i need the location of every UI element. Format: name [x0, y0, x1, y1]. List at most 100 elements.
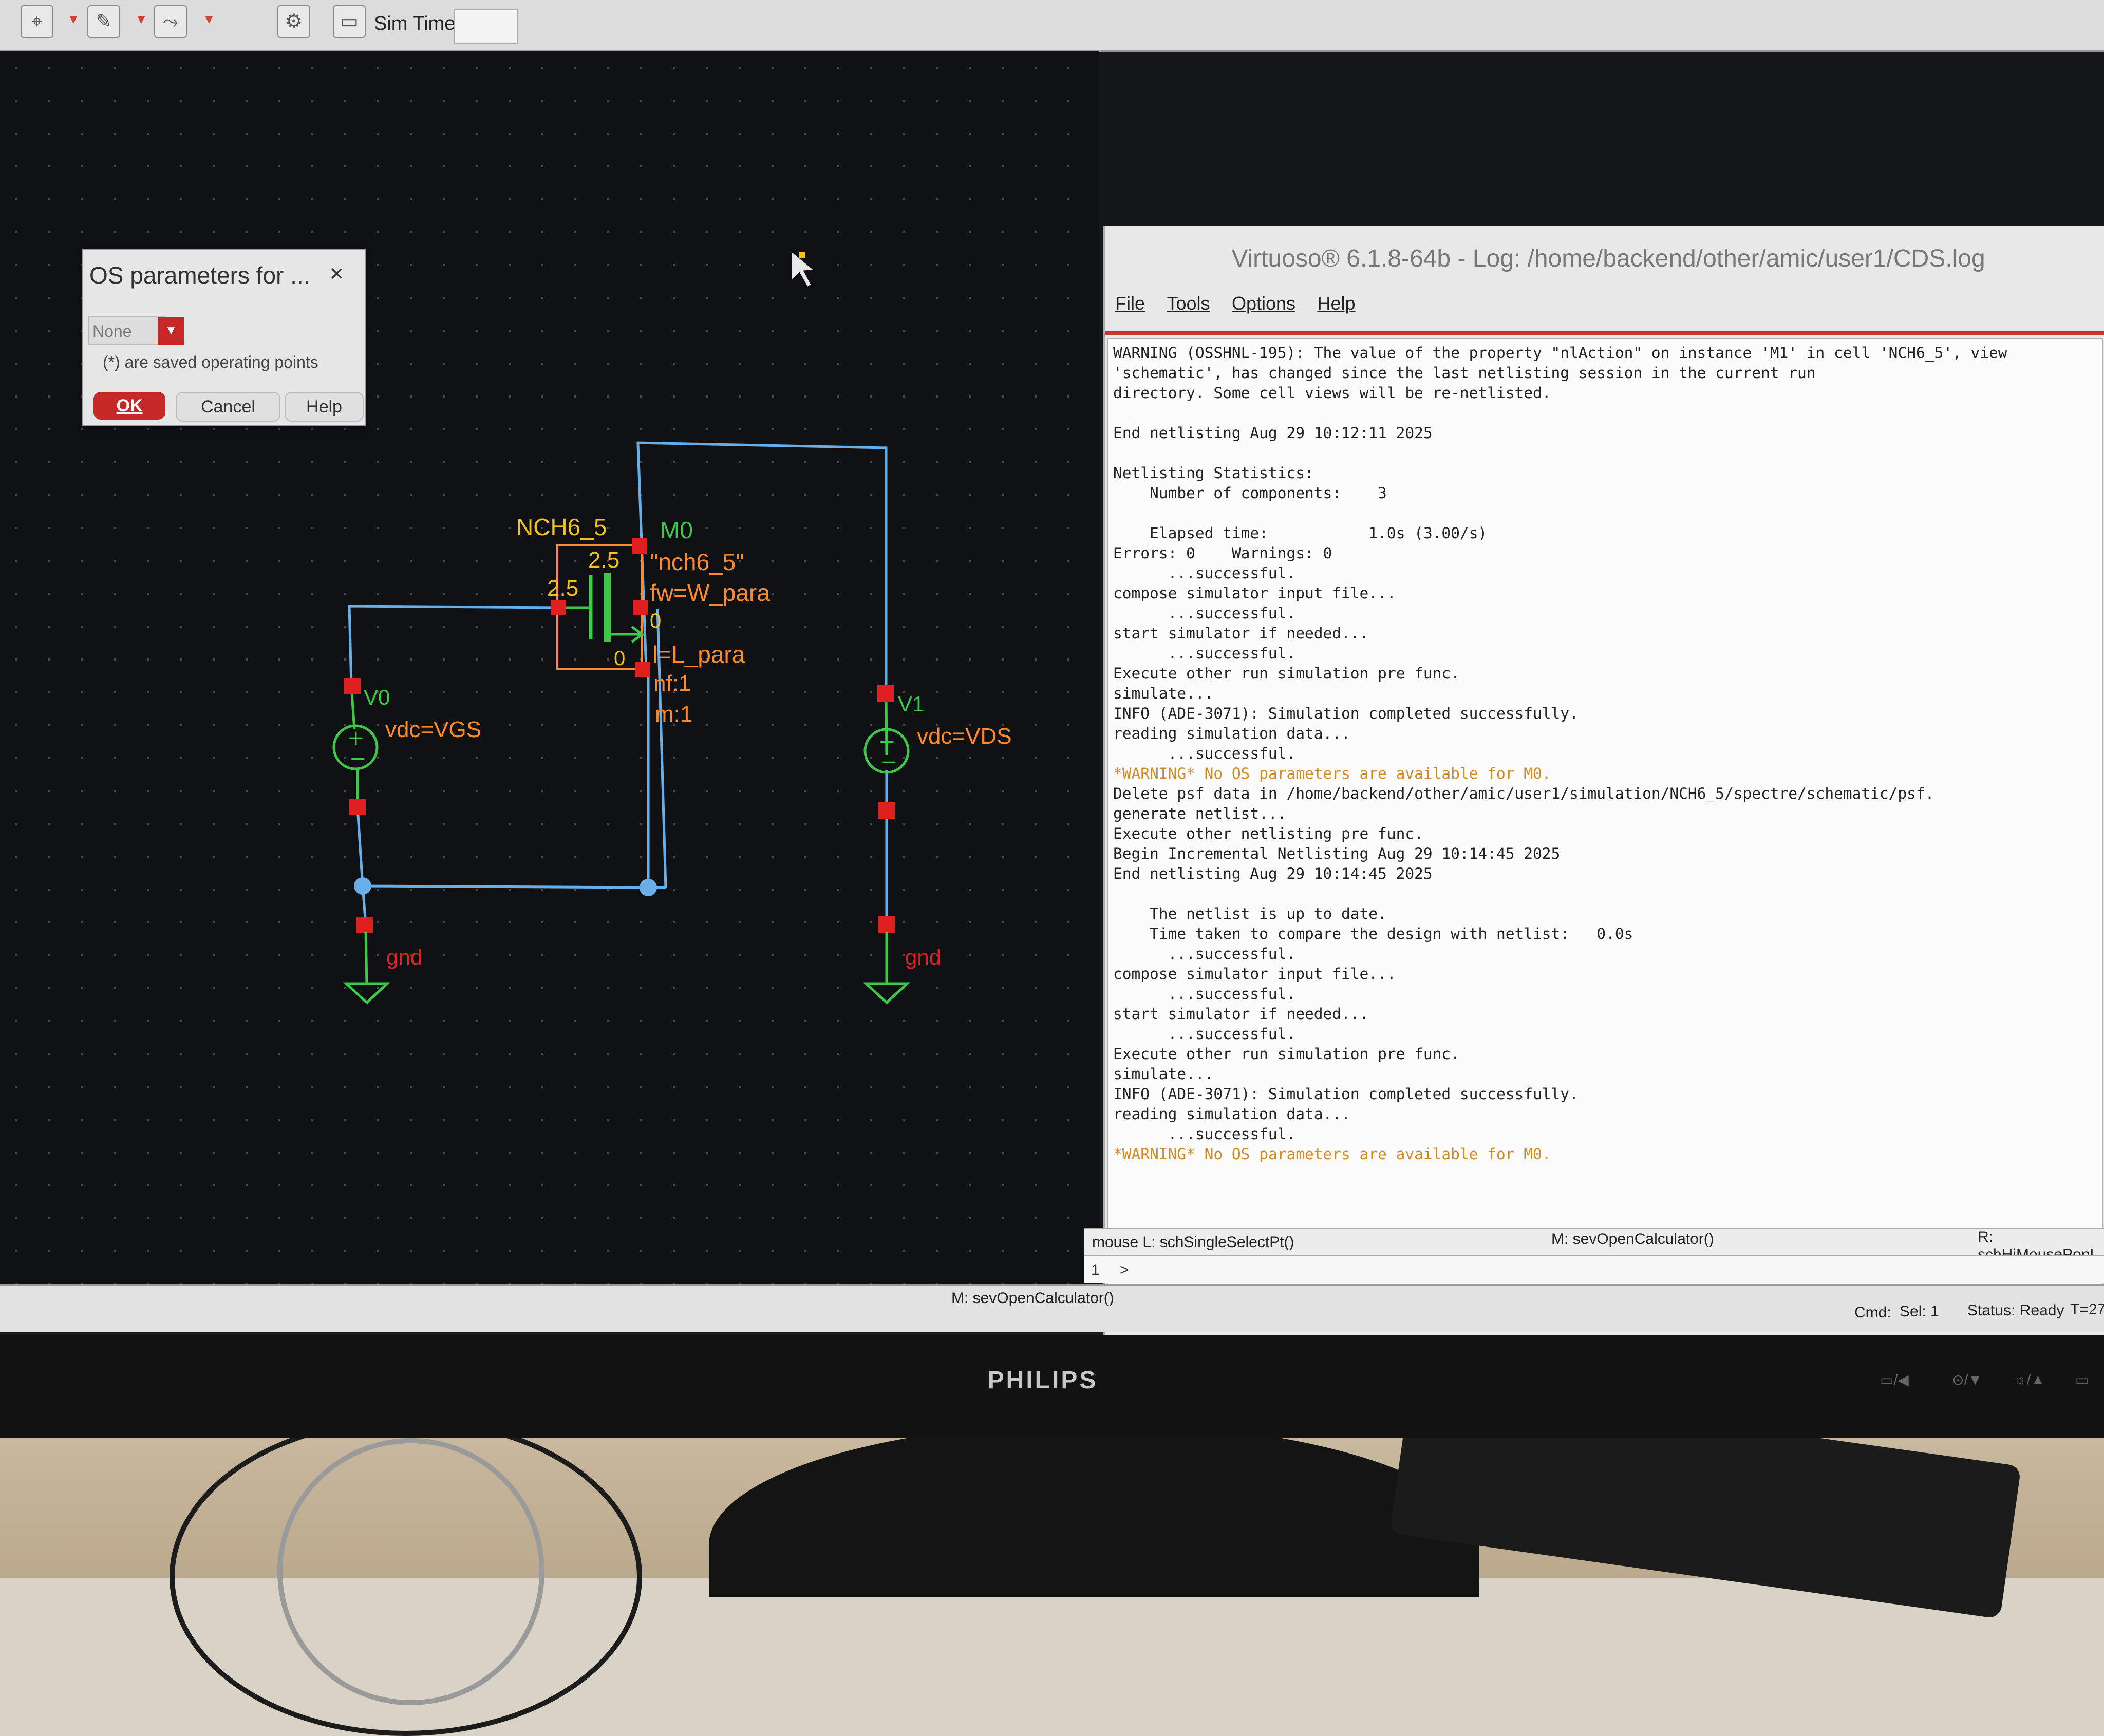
pin-bulk-label: 0 — [650, 610, 661, 632]
instance-name-label: M0 — [660, 517, 693, 543]
ok-button[interactable]: OK — [93, 392, 165, 420]
pin-gate — [551, 600, 566, 615]
monitor-screen: ⌖ ▼ ✎ ▼ ⤳ ▼ ⚙ ▭ Sim Time + − + − NCH6_5 … — [0, 0, 2104, 1335]
dialog-note: (*) are saved operating points — [103, 353, 318, 371]
model-label: "nch6_5" — [650, 549, 744, 575]
transistor-source-arrow — [611, 626, 646, 643]
log-menu-bar: File Tools Options Help — [1115, 293, 1375, 324]
log-line: ...successful. — [1113, 945, 1296, 963]
wire-junction — [354, 877, 371, 895]
log-line: start simulator if needed... — [1113, 625, 1369, 642]
pin-gnd-left — [356, 917, 373, 933]
log-separator — [1105, 331, 2104, 335]
l-label: l=L_para — [652, 641, 745, 668]
status-selection: Sel: 1 — [1900, 1303, 1939, 1320]
log-line: Elapsed time: 1.0s (3.00/s) — [1113, 524, 1488, 542]
select-value: None — [92, 322, 132, 341]
operating-point-select[interactable]: None ▼ — [88, 316, 184, 345]
log-line: The netlist is up to date. — [1113, 905, 1387, 922]
log-line: simulate... — [1113, 1065, 1214, 1083]
status-temperature: T=27 — [2070, 1301, 2104, 1318]
log-line: 'schematic', has changed since the last … — [1113, 364, 1816, 382]
log-line: Execute other run simulation pre func. — [1113, 665, 1460, 682]
log-line: Execute other run simulation pre func. — [1113, 1045, 1460, 1063]
cancel-button[interactable]: Cancel — [176, 392, 280, 422]
log-line: simulate... — [1113, 685, 1214, 702]
pin-bottom-label: 0 — [614, 647, 625, 670]
mouse-binding-bar: mouse L: schSingleSelectPt() M: sevOpenC… — [1084, 1228, 2104, 1263]
wire — [356, 670, 650, 889]
log-line: Errors: 0 Warnings: 0 — [1113, 544, 1332, 562]
cursor-marker — [799, 252, 805, 258]
chevron-down-icon[interactable]: ▼ — [158, 317, 184, 345]
log-output[interactable]: WARNING (OSSHNL-195): The value of the p… — [1107, 338, 2103, 1298]
log-line: start simulator if needed... — [1113, 1005, 1369, 1023]
command-number: 1 — [1091, 1261, 1100, 1278]
menu-options[interactable]: Options — [1232, 293, 1295, 314]
status-cmd: Cmd: — [1854, 1304, 1891, 1321]
bezel-button-input-icon[interactable]: ▭/◀ — [1880, 1371, 1909, 1388]
pin-v1-plus — [877, 685, 894, 702]
pin-left-label: 2.5 — [547, 576, 578, 601]
help-button[interactable]: Help — [285, 392, 364, 422]
status-ready: Status: Ready — [1967, 1302, 2064, 1319]
log-line: reading simulation data... — [1113, 725, 1350, 742]
dialog-title: OS parameters for ... — [89, 262, 310, 289]
command-prompt: > — [1120, 1261, 1129, 1278]
status-middle-binding: M: sevOpenCalculator() — [951, 1290, 1114, 1307]
log-line: Netlisting Statistics: — [1113, 464, 1314, 482]
v1-name-label: V1 — [898, 692, 924, 716]
close-icon[interactable]: × — [330, 259, 344, 287]
pin-gnd-right — [878, 916, 895, 933]
pin-bulk — [633, 600, 648, 615]
os-parameters-dialog: OS parameters for ... × None ▼ (*) are s… — [82, 249, 366, 426]
v1-value-label: vdc=VDS — [917, 724, 1012, 749]
wire-junction — [640, 879, 657, 896]
pin-v1-minus — [878, 802, 895, 819]
pin-v0-plus — [344, 678, 361, 694]
log-line: ...successful. — [1113, 745, 1296, 762]
mouse-left-binding: mouse L: schSingleSelectPt() — [1092, 1234, 1294, 1251]
menu-tools[interactable]: Tools — [1167, 293, 1210, 314]
log-window-title: Virtuoso® 6.1.8-64b - Log: /home/backend… — [1231, 245, 1985, 272]
v0-value-label: vdc=VGS — [385, 717, 481, 742]
log-line: WARNING (OSSHNL-195): The value of the p… — [1113, 344, 2007, 362]
menu-help[interactable]: Help — [1318, 293, 1356, 314]
wire — [364, 932, 368, 984]
log-line: Number of components: 3 — [1113, 484, 1387, 502]
log-window: Virtuoso® 6.1.8-64b - Log: /home/backend… — [1103, 226, 2104, 1335]
log-line: *WARNING* No OS parameters are available… — [1113, 1145, 1551, 1163]
pin-drain — [632, 538, 647, 554]
ground-symbol — [862, 982, 911, 1005]
pin-source — [635, 662, 650, 677]
log-line: INFO (ADE-3071): Simulation completed su… — [1113, 705, 1579, 722]
gnd-left-label: gnd — [386, 945, 422, 969]
minus-icon: − — [349, 747, 367, 770]
fw-label: fw=W_para — [650, 579, 770, 606]
log-line: compose simulator input file... — [1113, 584, 1396, 602]
cell-name-label: NCH6_5 — [516, 514, 607, 540]
v0-name-label: V0 — [364, 685, 390, 709]
log-line: ...successful. — [1113, 605, 1296, 622]
log-line: End netlisting Aug 29 10:14:45 2025 — [1113, 865, 1433, 882]
log-line: directory. Some cell views will be re-ne… — [1113, 384, 1551, 402]
log-line: INFO (ADE-3071): Simulation completed su… — [1113, 1085, 1579, 1103]
command-line[interactable]: 1 > — [1084, 1255, 2104, 1283]
schematic-drawing: + − + − NCH6_5 M0 "nch6_5" fw=W_para l=L… — [332, 249, 1012, 1005]
bezel-button-brightness-icon[interactable]: ☼/▲ — [2014, 1371, 2045, 1388]
bezel-button-power-icon[interactable]: ▭ — [2075, 1371, 2089, 1388]
menu-file[interactable]: File — [1115, 293, 1145, 314]
minus-icon: − — [880, 750, 898, 774]
log-line: End netlisting Aug 29 10:12:11 2025 — [1113, 424, 1433, 442]
status-bar: M: sevOpenCalculator() Cmd: Sel: 1 Statu… — [0, 1284, 2104, 1332]
log-line: *WARNING* No OS parameters are available… — [1113, 765, 1551, 782]
pin-top-label: 2.5 — [588, 548, 619, 573]
log-line: Begin Incremental Netlisting Aug 29 10:1… — [1113, 845, 1561, 862]
mouse-middle-binding: M: sevOpenCalculator() — [1551, 1231, 1714, 1248]
bezel-button-menu-icon[interactable]: ⊙/▼ — [1952, 1371, 1982, 1388]
log-line: Execute other netlisting pre func. — [1113, 825, 1423, 842]
gnd-right-label: gnd — [905, 945, 941, 969]
